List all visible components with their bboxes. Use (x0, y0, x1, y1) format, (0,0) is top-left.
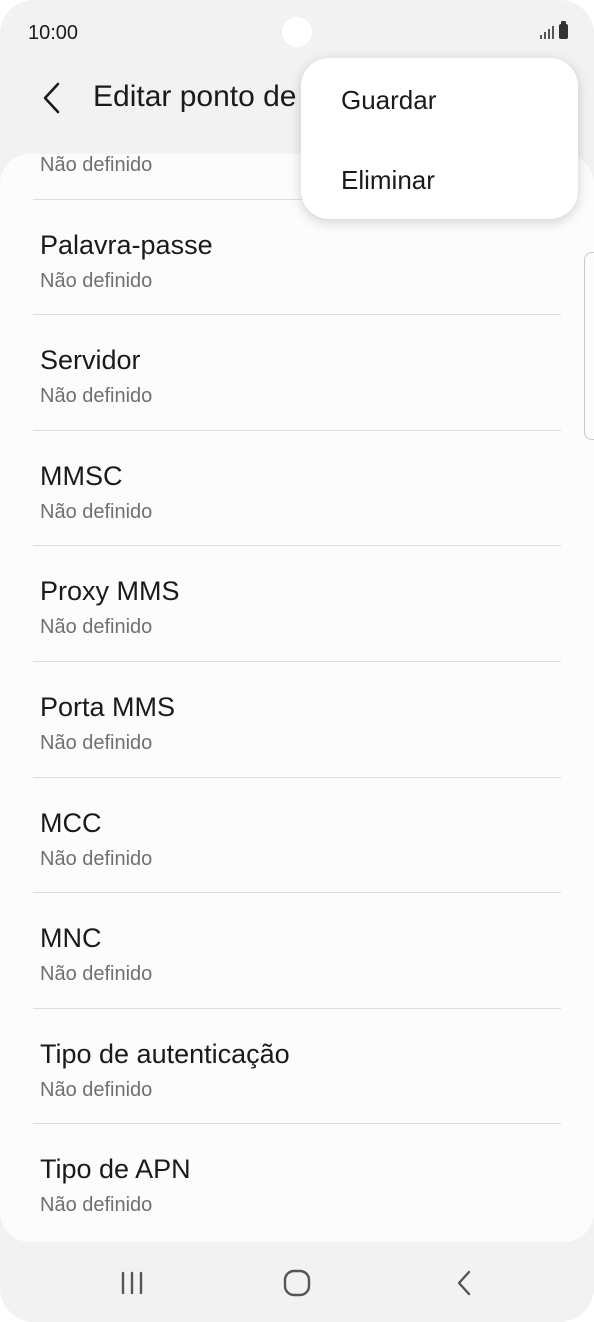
list-item-title: Palavra-passe (40, 229, 213, 260)
list-item-title: MMSC (40, 460, 123, 491)
list-item-title: Porta MMS (40, 691, 176, 722)
list-item-value: Não definido (40, 385, 153, 408)
list-item-mmsc[interactable]: MMSC Não definido (0, 431, 594, 547)
page-title: Editar ponto de (93, 80, 297, 113)
back-icon (457, 1270, 471, 1296)
back-button[interactable] (30, 76, 74, 120)
phone-screen: 10:00 Editar ponto de Não definido Palav… (0, 0, 594, 1322)
status-time: 10:00 (28, 22, 79, 44)
navigation-bar (0, 1244, 594, 1322)
list-item-title: Servidor (40, 345, 141, 376)
list-item-title: Tipo de autenticação (40, 1038, 290, 1069)
signal-icon (540, 23, 554, 39)
list-item-mms-port[interactable]: Porta MMS Não definido (0, 662, 594, 778)
recent-apps-button[interactable] (102, 1260, 162, 1306)
list-item-value: Não definido (40, 269, 153, 292)
status-icons (540, 21, 568, 39)
list-item-title: MNC (40, 923, 102, 954)
nav-back-button[interactable] (434, 1260, 494, 1306)
overflow-menu: Guardar Eliminar (301, 58, 578, 219)
home-button[interactable] (267, 1260, 327, 1306)
scrollbar[interactable] (584, 252, 594, 440)
list-item-value: Não definido (40, 847, 153, 870)
camera-cutout (282, 17, 312, 47)
list-item-value: Não definido (40, 500, 153, 523)
list-item-mcc[interactable]: MCC Não definido (0, 778, 594, 894)
menu-item-delete[interactable]: Eliminar (301, 140, 578, 220)
list-item-value: Não definido (40, 154, 153, 176)
list-item-server[interactable]: Servidor Não definido (0, 315, 594, 431)
list-item-mms-proxy[interactable]: Proxy MMS Não definido (0, 546, 594, 662)
list-item-value: Não definido (40, 1078, 153, 1101)
home-icon (283, 1269, 311, 1297)
battery-icon (559, 21, 568, 39)
list-item-title: MCC (40, 807, 102, 838)
settings-card: Não definido Palavra-passe Não definido … (0, 154, 594, 1242)
list-item-title: Proxy MMS (40, 576, 180, 607)
apn-settings-list: Não definido Palavra-passe Não definido … (0, 154, 594, 1240)
list-item-value: Não definido (40, 731, 153, 754)
list-item-title: Tipo de APN (40, 1154, 191, 1185)
list-item-value: Não definido (40, 1194, 153, 1217)
list-item-value: Não definido (40, 616, 153, 639)
chevron-left-icon (43, 82, 60, 114)
list-item-mnc[interactable]: MNC Não definido (0, 893, 594, 1009)
menu-item-save[interactable]: Guardar (301, 60, 578, 140)
list-item-apn-type[interactable]: Tipo de APN Não definido (0, 1124, 594, 1240)
list-item-auth-type[interactable]: Tipo de autenticação Não definido (0, 1009, 594, 1125)
list-item-value: Não definido (40, 963, 153, 986)
recent-apps-icon (121, 1271, 143, 1295)
